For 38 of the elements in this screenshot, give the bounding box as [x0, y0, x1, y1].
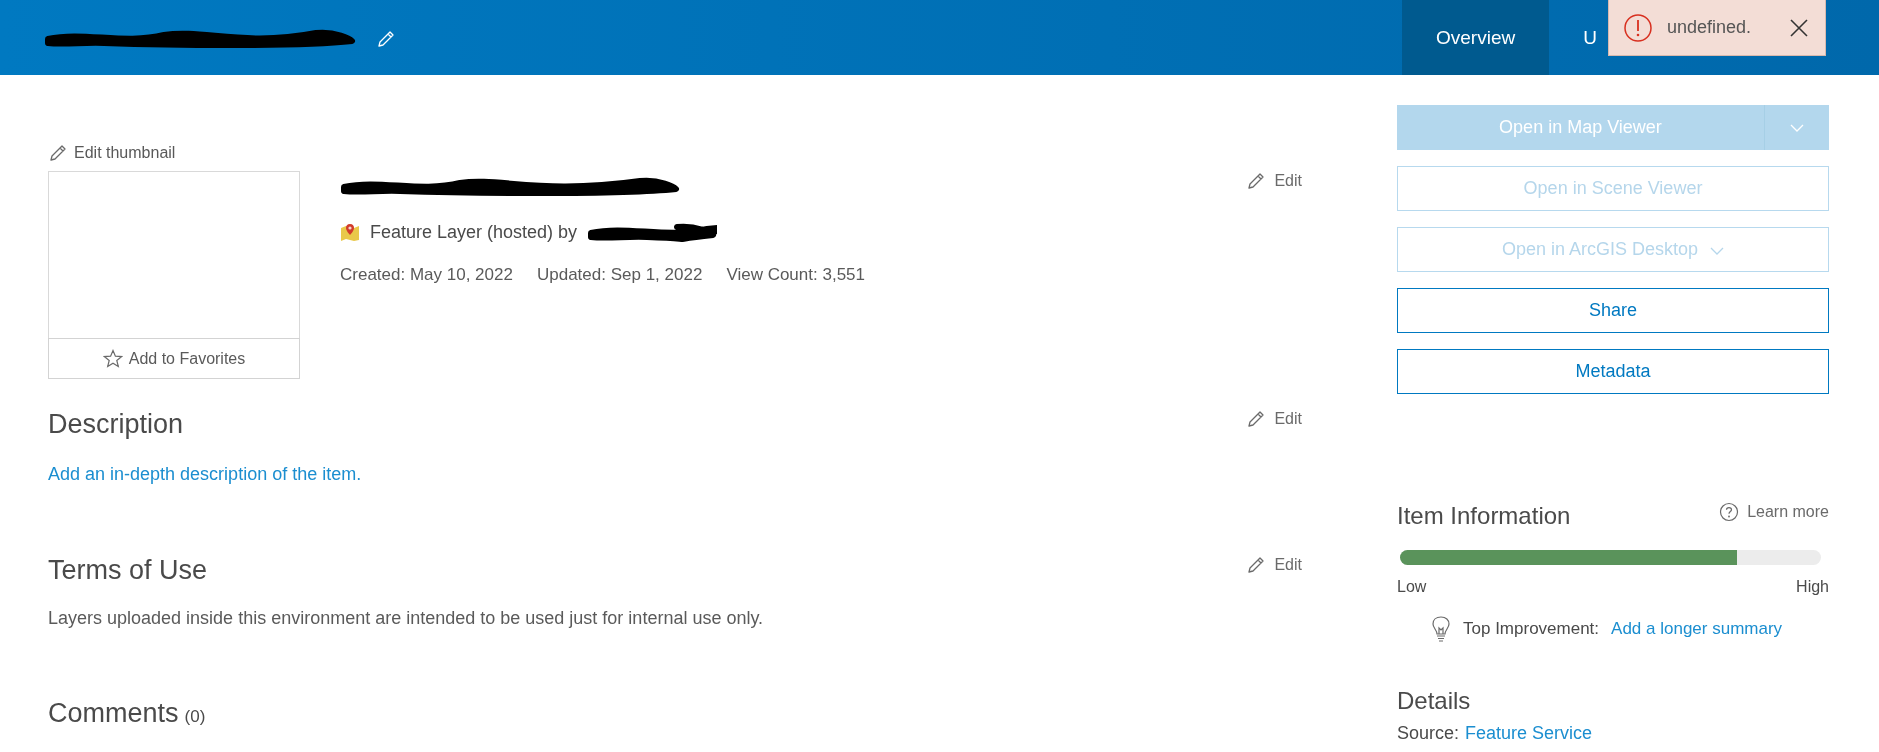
improvement-label: Top Improvement:	[1463, 619, 1600, 639]
item-meta-text: Created: May 10, 2022	[340, 265, 513, 285]
tab[interactable]: Overview	[1402, 0, 1550, 75]
action-button[interactable]: Share	[1397, 288, 1829, 333]
add-description-link[interactable]: Add an in-depth description of the item.	[48, 464, 1310, 485]
item-meta-text: View Count: 3,551	[726, 265, 865, 285]
scale-label: High	[1796, 578, 1829, 596]
item-type-text: Feature Layer (hosted) by	[370, 221, 578, 243]
map-layer-icon	[340, 222, 360, 242]
terms-text: Layers uploaded inside this environment are intended to be used just for internal use only.	[48, 608, 765, 629]
source-link[interactable]: Feature Service	[1465, 723, 1593, 744]
edit-link[interactable]: Edit	[1246, 555, 1302, 575]
scale-label: Low	[1397, 578, 1427, 596]
section-title: Description	[48, 409, 184, 440]
lightbulb-icon	[1431, 615, 1451, 643]
edit-link[interactable]: Edit	[1246, 171, 1302, 191]
source-label: Source:	[1397, 723, 1460, 744]
action-button[interactable]: Metadata	[1397, 349, 1829, 394]
tab[interactable]: U	[1549, 0, 1601, 75]
alert-icon	[1623, 12, 1653, 43]
chevron-down-icon	[1710, 245, 1725, 256]
section-title: Comments	[48, 698, 179, 729]
section-title: Details	[1397, 687, 1472, 715]
improvement-link[interactable]: Add a longer summary	[1611, 619, 1783, 639]
section-title: Terms of Use	[48, 555, 208, 586]
section-title: Item Information	[1397, 502, 1571, 530]
learn-more-link[interactable]: Learn more	[1719, 502, 1829, 522]
edit-link[interactable]: Edit	[1246, 409, 1302, 429]
close-icon	[1789, 17, 1809, 38]
toast-message: undefined.	[1667, 17, 1753, 38]
pencil-icon	[48, 143, 68, 163]
edit-thumbnail-link[interactable]: Edit thumbnail	[48, 143, 176, 163]
comment-count: (0)	[184, 707, 206, 727]
chevron-down-icon	[1790, 122, 1804, 133]
star-icon	[102, 348, 123, 369]
help-icon	[1719, 502, 1740, 522]
add-to-favorites-button[interactable]: Add to Favorites	[48, 338, 300, 379]
item-meta-text: Updated: Sep 1, 2022	[536, 265, 703, 285]
